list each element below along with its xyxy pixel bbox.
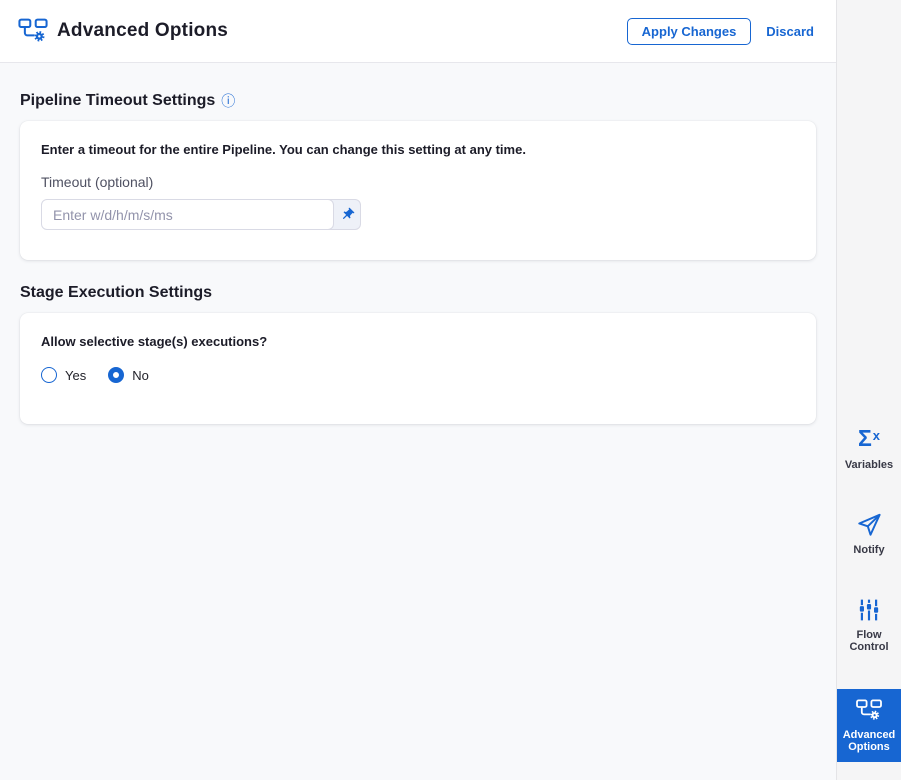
discard-button[interactable]: Discard [766,24,814,39]
content-area: Pipeline Timeout Settings Enter a timeou… [0,63,836,424]
sidebar-item-label: Variables [844,459,894,471]
page-title: Advanced Options [57,20,229,41]
pipeline-gear-icon [856,697,882,723]
sigma-x-icon [858,427,880,453]
main-panel: Advanced Options Apply Changes Discard P… [0,0,836,780]
radio-option-no[interactable]: No [108,367,149,383]
sidebar-item-label: Notify [853,544,885,556]
sidebar-item-advanced-options[interactable]: Advanced Options [837,689,901,762]
radio-yes[interactable] [41,367,57,383]
timeout-settings-card: Enter a timeout for the entire Pipeline.… [20,121,816,260]
right-sidebar: Variables Notify [836,0,901,780]
paper-plane-icon [856,512,882,538]
timeout-input[interactable] [41,199,334,230]
header: Advanced Options Apply Changes Discard [0,0,836,63]
sidebar-item-notify[interactable]: Notify [837,507,901,561]
radio-no[interactable] [108,367,125,383]
sliders-icon [857,597,881,623]
sidebar-item-label: Advanced Options [842,729,896,753]
pin-icon [340,207,355,222]
timeout-description: Enter a timeout for the entire Pipeline.… [41,142,526,157]
sidebar-item-variables[interactable]: Variables [837,422,901,476]
timeout-field-label: Timeout (optional) [41,174,154,190]
pipeline-timeout-heading: Pipeline Timeout Settings [20,92,816,110]
pipeline-timeout-heading-label: Pipeline Timeout Settings [20,92,216,109]
sidebar-item-flow-control[interactable]: Flow Control [837,592,901,658]
stage-execution-heading: Stage Execution Settings [20,284,816,302]
pipeline-gear-icon [18,18,48,44]
radio-no-label: No [132,367,149,383]
radio-group: Yes No [41,367,795,383]
sidebar-item-label: Flow Control [849,629,889,653]
info-icon[interactable] [221,94,235,108]
selective-stages-question: Allow selective stage(s) executions? [41,334,268,349]
stage-execution-card: Allow selective stage(s) executions? Yes… [20,313,816,424]
radio-yes-label: Yes [65,367,87,383]
stage-execution-heading-label: Stage Execution Settings [20,284,213,301]
sidebar-nav: Variables Notify [837,422,901,762]
timeout-input-group [41,199,361,230]
apply-changes-button[interactable]: Apply Changes [626,17,752,45]
radio-option-yes[interactable]: Yes [41,367,86,383]
